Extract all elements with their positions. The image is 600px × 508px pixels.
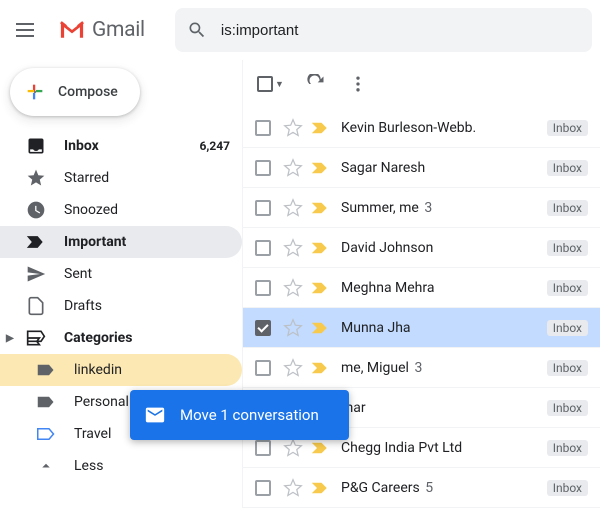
row-checkbox[interactable] [255, 480, 271, 496]
gmail-logo-icon [58, 20, 86, 40]
label-icon [36, 424, 56, 444]
app-name: Gmail [92, 18, 145, 42]
inbox-icon [26, 136, 46, 156]
star-icon [26, 168, 46, 188]
inbox-tag: Inbox [547, 120, 588, 136]
email-row[interactable]: Meghna Mehra Inbox [243, 268, 600, 308]
sidebar-label-linkedin[interactable]: linkedin [0, 354, 242, 386]
sender: Kevin Burleson-Webb. [341, 120, 541, 136]
send-icon [26, 264, 46, 284]
star-icon[interactable] [283, 438, 303, 458]
sidebar-item-categories[interactable]: ▶ Categories [0, 322, 242, 354]
row-checkbox[interactable] [255, 280, 271, 296]
sender: Munna Jha [341, 320, 541, 336]
more-menu-button[interactable] [348, 74, 368, 94]
important-marker-icon[interactable] [311, 281, 329, 295]
important-marker-icon[interactable] [311, 321, 329, 335]
chevron-up-icon [36, 456, 56, 476]
important-marker-icon[interactable] [311, 481, 329, 495]
important-marker-icon[interactable] [311, 441, 329, 455]
inbox-tag: Inbox [547, 320, 588, 336]
sender: David Johnson [341, 240, 541, 256]
email-row[interactable]: Sagar Naresh Inbox [243, 148, 600, 188]
inbox-tag: Inbox [547, 280, 588, 296]
email-row[interactable]: Summer, me 3 Inbox [243, 188, 600, 228]
row-checkbox[interactable] [255, 120, 271, 136]
search-bar[interactable] [175, 8, 592, 52]
sidebar-item-drafts[interactable]: Drafts [0, 290, 242, 322]
sender: Summer, me 3 [341, 200, 541, 216]
email-row[interactable]: David Johnson Inbox [243, 228, 600, 268]
label-icon [36, 360, 56, 380]
sidebar-item-important[interactable]: Important [0, 226, 242, 258]
categories-icon [26, 328, 46, 348]
row-checkbox[interactable] [255, 200, 271, 216]
inbox-tag: Inbox [547, 200, 588, 216]
star-icon[interactable] [283, 358, 303, 378]
star-icon[interactable] [283, 278, 303, 298]
star-icon[interactable] [283, 158, 303, 178]
star-icon[interactable] [283, 318, 303, 338]
hamburger-menu-icon[interactable] [16, 18, 40, 42]
row-checkbox[interactable] [255, 240, 271, 256]
star-icon[interactable] [283, 238, 303, 258]
toolbar: ▼ [243, 60, 600, 108]
search-icon [187, 20, 207, 40]
inbox-tag: Inbox [547, 240, 588, 256]
email-row[interactable]: me, Miguel 3 Inbox [243, 348, 600, 388]
inbox-tag: Inbox [547, 400, 588, 416]
star-icon[interactable] [283, 198, 303, 218]
row-checkbox[interactable] [255, 360, 271, 376]
label-icon [36, 392, 56, 412]
move-toast[interactable]: Move 1 conversation [130, 390, 349, 440]
important-marker-icon[interactable] [311, 201, 329, 215]
sidebar-item-sent[interactable]: Sent [0, 258, 242, 290]
important-marker-icon[interactable] [311, 161, 329, 175]
toast-message: Move 1 conversation [180, 406, 319, 424]
sender: Chegg India Pvt Ltd [341, 440, 541, 456]
sidebar-item-inbox[interactable]: Inbox 6,247 [0, 130, 242, 162]
row-checkbox[interactable] [255, 160, 271, 176]
select-all-checkbox[interactable]: ▼ [257, 76, 284, 92]
sender: Sagar Naresh [341, 160, 541, 176]
sidebar: Compose Inbox 6,247 Starred Snoozed Impo… [0, 60, 242, 508]
email-row[interactable]: P&G Careers 5 Inbox [243, 468, 600, 508]
compose-plus-icon [24, 81, 46, 103]
sender: me, Miguel 3 [341, 360, 541, 376]
inbox-tag: Inbox [547, 360, 588, 376]
sidebar-item-starred[interactable]: Starred [0, 162, 242, 194]
sender: Meghna Mehra [341, 280, 541, 296]
compose-button[interactable]: Compose [10, 68, 140, 116]
search-input[interactable] [221, 22, 580, 39]
star-icon[interactable] [283, 118, 303, 138]
important-marker-icon[interactable] [311, 241, 329, 255]
email-row[interactable]: Kevin Burleson-Webb. Inbox [243, 108, 600, 148]
sidebar-item-less[interactable]: Less [0, 450, 242, 482]
gmail-logo[interactable]: Gmail [58, 18, 145, 42]
compose-label: Compose [58, 84, 118, 100]
important-marker-icon [26, 232, 46, 252]
chevron-down-icon: ▼ [275, 79, 284, 90]
sender: mar [341, 400, 541, 416]
sender: P&G Careers 5 [341, 480, 541, 496]
star-icon[interactable] [283, 478, 303, 498]
clock-icon [26, 200, 46, 220]
caret-right-icon: ▶ [6, 333, 20, 344]
important-marker-icon[interactable] [311, 361, 329, 375]
inbox-tag: Inbox [547, 160, 588, 176]
content-pane: ▼ Kevin Burleson-Webb. Inbox Sagar Naresh I… [242, 60, 600, 508]
row-checkbox[interactable] [255, 320, 271, 336]
sidebar-item-snoozed[interactable]: Snoozed [0, 194, 242, 226]
row-checkbox[interactable] [255, 440, 271, 456]
email-row[interactable]: Munna Jha Inbox [243, 308, 600, 348]
drafts-icon [26, 296, 46, 316]
inbox-tag: Inbox [547, 440, 588, 456]
inbox-tag: Inbox [547, 480, 588, 496]
refresh-button[interactable] [306, 74, 326, 94]
header: Gmail [0, 0, 600, 60]
important-marker-icon[interactable] [311, 121, 329, 135]
mail-icon [144, 404, 166, 426]
